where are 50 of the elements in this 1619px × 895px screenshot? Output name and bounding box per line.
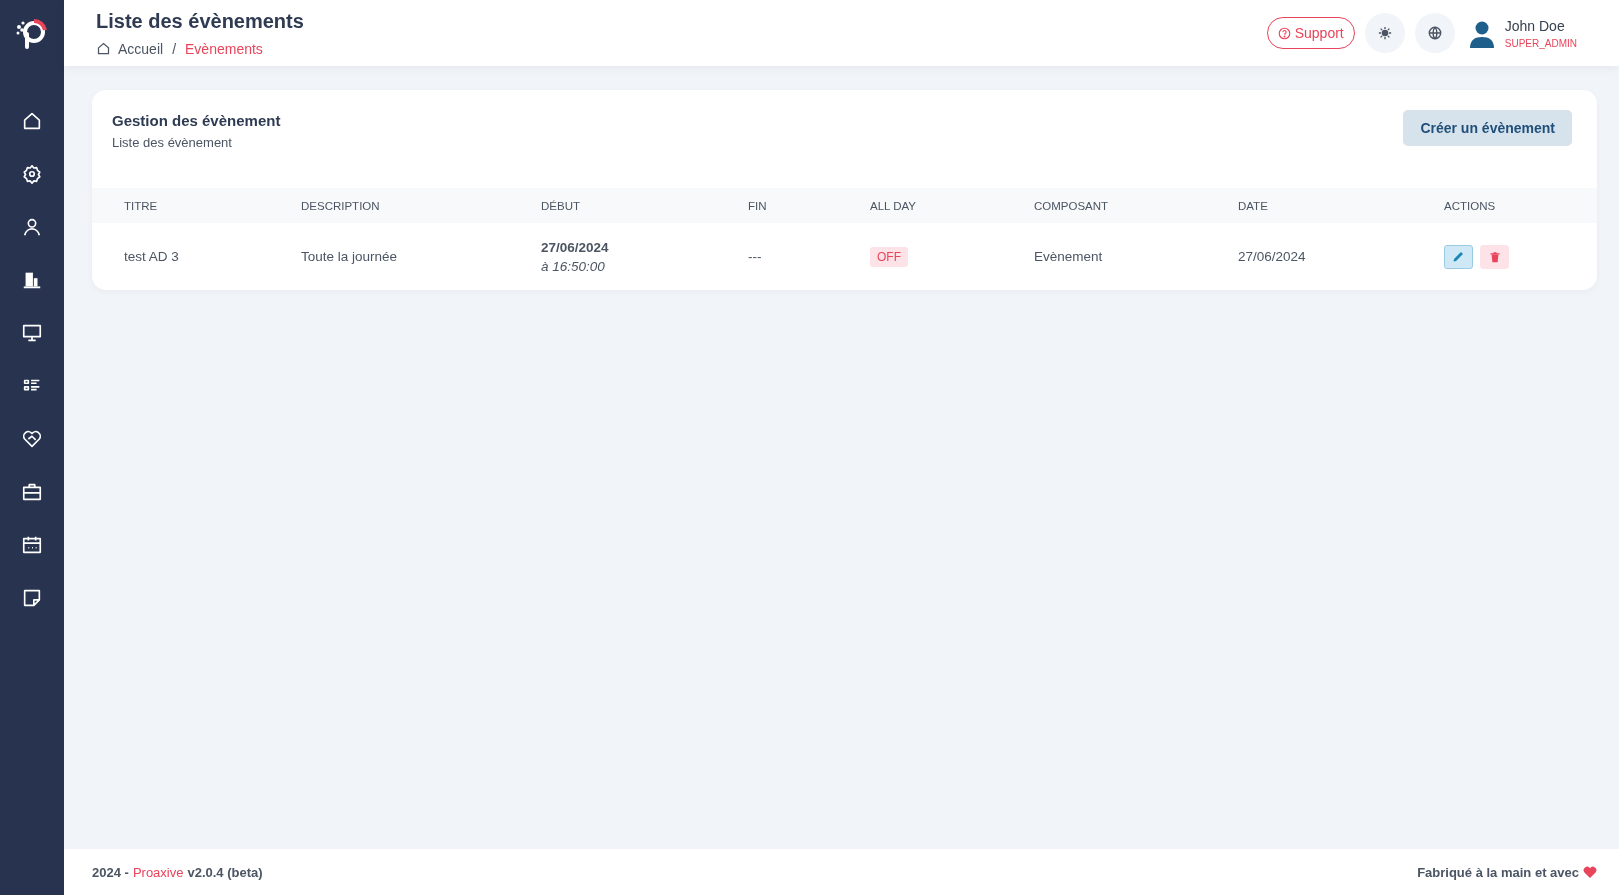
user-name: John Doe [1504,17,1566,34]
page-title: Liste des évènements [96,9,304,33]
support-button[interactable]: Support [1266,17,1355,49]
table-cell: Evènement [1034,249,1103,264]
column-header: TITRE [124,199,158,212]
start-date: 27/06/2024 [541,239,610,255]
user-icon[interactable] [21,216,43,238]
heart-icon [1583,866,1597,878]
status-tag: OFF [870,246,908,267]
column-header: ACTIONS [1444,199,1496,212]
pencil-icon [1452,250,1465,263]
sun-icon [1377,26,1392,40]
column-header: FIN [748,199,767,212]
copyright-year: 2024 - [92,864,129,880]
gear-icon[interactable] [21,163,43,185]
column-header: COMPOSANT [1034,199,1109,212]
breadcrumb-link[interactable]: Accueil [118,40,164,57]
home-icon[interactable] [21,110,43,132]
home-icon [96,41,111,56]
logo-icon[interactable] [14,16,50,52]
start-time: à 16:50:00 [541,258,606,274]
create-event-button[interactable]: Créer un évènement [1403,110,1572,146]
column-header: ALL DAY [870,199,917,212]
table-cell: Toute la journée [301,249,398,264]
breadcrumb-link[interactable]: Evènements [185,40,263,57]
monitor-icon[interactable] [21,322,43,344]
edit-button[interactable] [1444,244,1473,269]
globe-icon [1427,26,1442,40]
briefcase-icon[interactable] [21,481,43,503]
breadcrumb-separator: / [172,40,177,57]
trash-icon [1488,250,1501,263]
note-icon[interactable] [21,587,43,609]
card-subtitle: Liste des évènement [112,135,233,150]
heart-handshake-icon[interactable] [21,428,43,450]
column-header: DÉBUT [541,199,580,212]
column-header: DATE [1238,199,1268,212]
table-cell: test AD 3 [124,249,179,264]
card-title: Gestion des évènement [112,112,281,129]
delete-button[interactable] [1480,244,1509,269]
help-icon [1277,26,1291,40]
brand-link[interactable]: Proaxive [132,864,184,880]
table-cell: --- [748,249,762,264]
calendar-icon[interactable] [21,534,43,556]
table-cell: 27/06/2024 [1238,249,1306,264]
language-button[interactable] [1414,13,1455,53]
column-header: DESCRIPTION [301,199,380,212]
made-with-text: Fabriqué à la main et avec [1417,864,1579,880]
user-role: SUPER_ADMIN [1504,37,1577,49]
theme-toggle-button[interactable] [1364,13,1405,53]
version-text: v2.0.4 (beta) [187,864,263,880]
